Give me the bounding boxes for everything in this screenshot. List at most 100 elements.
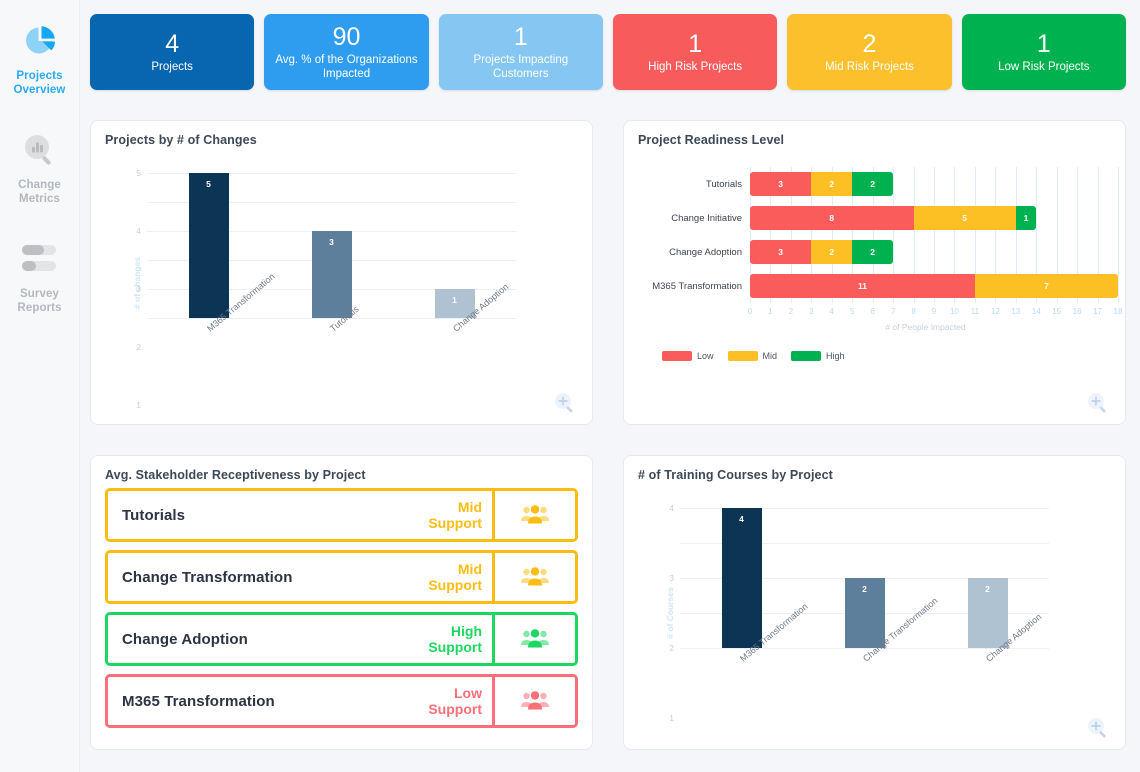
x-axis-tick: 7 [891,307,895,316]
kpi-card[interactable]: 1Projects Impacting Customers [439,14,603,90]
stacked-bar-segment[interactable]: 1 [1016,206,1036,230]
gridline [914,167,915,201]
legend-item[interactable]: Low [662,351,714,361]
project-name: M365 Transformation [122,693,275,710]
plot-area: 012345531M365 TransformationTutorialsCha… [147,173,516,318]
bar-column: 2 [845,508,885,648]
stacked-bar-segment[interactable]: 11 [750,274,975,298]
receptiveness-row[interactable]: Change TransformationMidSupport [105,550,578,604]
legend-label: Mid [763,351,778,361]
stacked-bar-segment[interactable]: 5 [914,206,1016,230]
gridline [1118,167,1119,201]
stacked-bar-segment[interactable]: 2 [852,240,893,264]
category-label: Change Adoption [638,247,750,258]
bar[interactable]: 2 [845,578,885,648]
stacked-bar-segment[interactable]: 2 [852,172,893,196]
legend-item[interactable]: High [791,351,845,361]
bar-track: 117 [750,269,1101,303]
gridline [934,235,935,269]
zoom-in-icon[interactable] [1085,390,1111,416]
panel-stakeholder-receptiveness: Avg. Stakeholder Receptiveness by Projec… [90,455,593,750]
kpi-value: 1 [688,30,702,59]
receptiveness-row[interactable]: Change AdoptionHighSupport [105,612,578,666]
kpi-label: Avg. % of the Organizations Impacted [270,53,422,81]
main-content: 4Projects90Avg. % of the Organizations I… [80,0,1140,772]
survey-sliders-icon [17,236,63,282]
gridline [1118,235,1119,269]
support-level: Mid [428,499,482,515]
gridline [1118,201,1119,235]
gridline [1057,235,1058,269]
receptiveness-row[interactable]: TutorialsMidSupport [105,488,578,542]
bar-chart-projects-by-changes: # of changes012345531M365 Transformation… [105,151,578,414]
receptiveness-row[interactable]: M365 TransformationLowSupport [105,674,578,728]
kpi-card[interactable]: 1High Risk Projects [613,14,777,90]
stacked-bar-segment[interactable]: 2 [811,240,852,264]
panel-title: Project Readiness Level [638,133,1111,147]
people-group-icon-box[interactable] [492,488,578,542]
x-axis-tick: 0 [748,307,752,316]
kpi-card[interactable]: 2Mid Risk Projects [787,14,951,90]
zoom-in-icon[interactable] [1085,715,1111,741]
sidebar-item-change-metrics[interactable]: Change Metrics [0,121,80,216]
gridline [1077,201,1078,235]
stacked-bar: 322 [750,240,893,264]
stacked-bar-row: M365 Transformation117 [638,269,1101,303]
sidebar-item-projects-overview[interactable]: Projects Overview [0,12,80,107]
legend-item[interactable]: Mid [728,351,778,361]
bar[interactable]: 3 [312,231,352,318]
kpi-card[interactable]: 4Projects [90,14,254,90]
people-group-icon-box[interactable] [492,550,578,604]
bar-value-label: 4 [722,514,762,524]
support-word: Support [428,701,482,717]
x-axis-tick: 12 [991,307,1000,316]
stacked-bar-segment[interactable]: 7 [975,274,1118,298]
gridline [1036,167,1037,201]
kpi-value: 90 [333,23,361,52]
gridline [1036,201,1037,235]
bar-column: 4 [722,508,762,648]
bars-area: 4 2 2 [680,508,1049,648]
support-word: Support [428,639,482,655]
kpi-card[interactable]: 1Low Risk Projects [962,14,1126,90]
stacked-bar-segment[interactable]: 8 [750,206,914,230]
people-group-icon-box[interactable] [492,674,578,728]
bar[interactable]: 5 [189,173,229,318]
gridline [954,167,955,201]
gridline [1098,167,1099,201]
x-axis: 0123456789101112131415161718# of People … [750,307,1101,337]
gridline [893,167,894,201]
stacked-bar-segment[interactable]: 3 [750,240,811,264]
x-axis-tick: 6 [870,307,874,316]
x-axis-tick: 18 [1114,307,1123,316]
people-group-icon-box[interactable] [492,612,578,666]
plot-area: 01234422M365 TransformationChange Transf… [680,508,1049,648]
bar-column: 5 [189,173,229,318]
chart-legend: Low Mid High [662,351,845,361]
stacked-rows: Tutorials322Change Initiative851Change A… [638,167,1101,303]
bar-track: 322 [750,235,1101,269]
kpi-card[interactable]: 90Avg. % of the Organizations Impacted [264,14,428,90]
pie-chart-icon [17,18,63,64]
kpi-value: 1 [1037,30,1051,59]
x-axis-tick: 8 [911,307,915,316]
legend-swatch [728,351,758,361]
kpi-value: 4 [165,30,179,59]
x-axis-tick: 16 [1073,307,1082,316]
sidebar-item-survey-reports[interactable]: Survey Reports [0,230,80,325]
category-label: M365 Transformation [638,281,750,292]
zoom-in-icon[interactable] [552,390,578,416]
support-level: Mid [428,561,482,577]
support-word: Support [428,515,482,531]
panel-title: # of Training Courses by Project [638,468,1111,482]
bar[interactable]: 2 [968,578,1008,648]
category-label: Tutorials [638,179,750,190]
stacked-bar-segment[interactable]: 3 [750,172,811,196]
bar[interactable]: 4 [722,508,762,648]
gridline [954,235,955,269]
receptiveness-row-body: M365 TransformationLowSupport [105,674,492,728]
people-group-icon [520,628,550,650]
stacked-bar-segment[interactable]: 2 [811,172,852,196]
panel-training-courses: # of Training Courses by Project # of Co… [623,455,1126,750]
x-axis-tick: 4 [830,307,834,316]
